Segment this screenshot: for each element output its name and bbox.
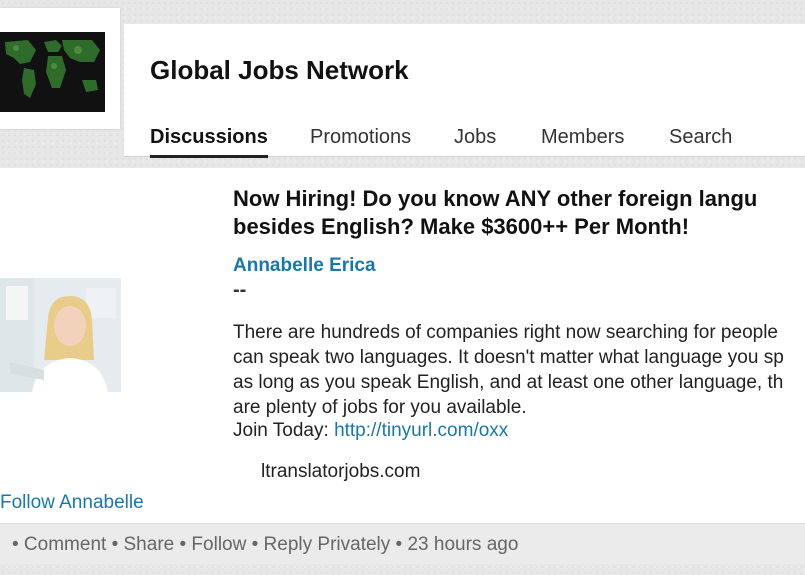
join-line: Join Today: http://tinyurl.com/oxx — [233, 420, 508, 442]
follow-action[interactable]: • Follow — [180, 534, 247, 555]
tab-search[interactable]: Search — [669, 126, 732, 149]
post-actions: • Comment • Share • Follow • Reply Priva… — [12, 534, 518, 556]
post-title-line-1[interactable]: Now Hiring! Do you know ANY other foreig… — [233, 186, 757, 211]
reply-privately-action[interactable]: • Reply Privately — [252, 534, 391, 555]
post-actions-bar: • Comment • Share • Follow • Reply Priva… — [0, 523, 805, 564]
domain-redaction — [236, 465, 261, 481]
group-logo[interactable] — [0, 8, 120, 129]
post-body-line: can speak two languages. It doesn't matt… — [233, 347, 784, 368]
join-link[interactable]: http://tinyurl.com/oxx — [334, 420, 508, 441]
post-separator: -- — [233, 279, 247, 301]
world-map-icon — [0, 32, 105, 112]
follow-author-link[interactable]: Follow Annabelle — [0, 492, 144, 514]
post-title[interactable]: Now Hiring! Do you know ANY other foreig… — [233, 185, 805, 241]
join-label: Join Today: — [233, 420, 329, 441]
tab-members[interactable]: Members — [541, 126, 624, 149]
tab-promotions[interactable]: Promotions — [310, 126, 411, 149]
tab-discussions[interactable]: Discussions — [150, 126, 268, 158]
group-title[interactable]: Global Jobs Network — [150, 55, 409, 86]
tab-jobs[interactable]: Jobs — [454, 126, 496, 149]
author-photo[interactable] — [0, 278, 121, 392]
group-tabs: Discussions Promotions Jobs Members Sear… — [124, 116, 805, 158]
post-timestamp: • 23 hours ago — [395, 534, 519, 555]
domain-text: ltranslatorjobs.com — [261, 461, 421, 482]
post-title-line-2[interactable]: besides English? Make $3600++ Per Month! — [233, 214, 689, 239]
post-body-line: There are hundreds of companies right no… — [233, 322, 778, 343]
post-body-line: are plenty of jobs for you available. — [233, 397, 527, 418]
post-body-line: as long as you speak English, and at lea… — [233, 372, 784, 393]
comment-action[interactable]: • Comment — [12, 534, 106, 555]
post-body: There are hundreds of companies right no… — [233, 320, 805, 420]
author-name-link[interactable]: Annabelle Erica — [233, 255, 376, 277]
share-action[interactable]: • Share — [112, 534, 175, 555]
avatar — [0, 278, 121, 392]
